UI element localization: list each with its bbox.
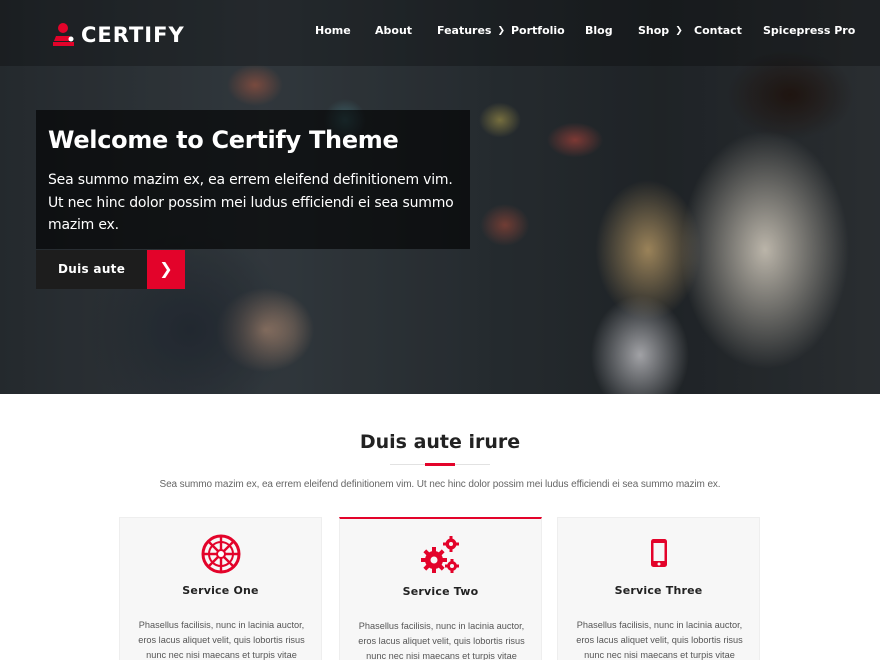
- service-text: Phasellus facilisis, nunc in lacinia auc…: [358, 621, 525, 660]
- hero-cta-button[interactable]: Duis aute ❯: [36, 250, 185, 289]
- nav-item-contact[interactable]: Contact: [694, 24, 742, 37]
- chevron-right-icon: ❯: [147, 250, 185, 289]
- certificate-stamp-icon: [52, 22, 78, 48]
- separator-accent: [425, 463, 455, 466]
- service-card-one: Service One Phasellus facilisis, nunc in…: [119, 517, 322, 660]
- nav-label: Shop: [638, 24, 670, 37]
- chevron-down-icon: ❯: [497, 26, 506, 36]
- nav-item-about[interactable]: About: [375, 24, 412, 37]
- service-title: Service Two: [402, 585, 479, 598]
- gears-icon: [419, 533, 463, 577]
- service-title: Service One: [182, 584, 259, 597]
- hero-title: Welcome to Certify Theme: [48, 126, 399, 154]
- nav-item-features[interactable]: Features ❯: [437, 24, 505, 37]
- nav-item-spicepress-pro[interactable]: Spicepress Pro: [763, 24, 855, 37]
- services-description: Sea summo mazim ex, ea errem eleifend de…: [159, 479, 721, 490]
- nav-label: Contact: [694, 24, 742, 37]
- hero-cta-label: Duis aute: [36, 250, 147, 289]
- hero-text: Sea summo mazim ex, ea errem eleifend de…: [48, 172, 454, 233]
- nav-label: About: [375, 24, 413, 37]
- site-header: CERTIFY Home About Features ❯ Portfolio B…: [0, 0, 880, 66]
- nav-label: Portfolio: [511, 24, 565, 37]
- site-logo[interactable]: CERTIFY: [52, 22, 185, 48]
- nav-item-blog[interactable]: Blog: [585, 24, 613, 37]
- nav-item-shop[interactable]: Shop ❯: [638, 24, 683, 37]
- mobile-phone-icon: [637, 532, 681, 576]
- service-text: Phasellus facilisis, nunc in lacinia auc…: [576, 620, 743, 660]
- nav-label: Home: [315, 24, 351, 37]
- nav-item-home[interactable]: Home: [315, 24, 351, 37]
- chevron-down-icon: ❯: [675, 26, 683, 36]
- nav-item-portfolio[interactable]: Portfolio: [511, 24, 565, 37]
- title-separator: [390, 463, 490, 466]
- nav-label: Features: [437, 24, 492, 37]
- service-card-three: Service Three Phasellus facilisis, nunc …: [557, 517, 760, 660]
- nav-label: Spicepress Pro: [763, 24, 856, 37]
- hero-caption: Welcome to Certify Theme Sea summo mazim…: [36, 110, 470, 249]
- service-text: Phasellus facilisis, nunc in lacinia auc…: [138, 620, 305, 660]
- services-title: Duis aute irure: [359, 431, 521, 453]
- service-card-two: Service Two Phasellus facilisis, nunc in…: [339, 517, 542, 660]
- galactic-empire-icon: [199, 532, 243, 576]
- nav-label: Blog: [585, 24, 613, 37]
- site-title: CERTIFY: [81, 23, 185, 47]
- service-title: Service Three: [614, 584, 703, 597]
